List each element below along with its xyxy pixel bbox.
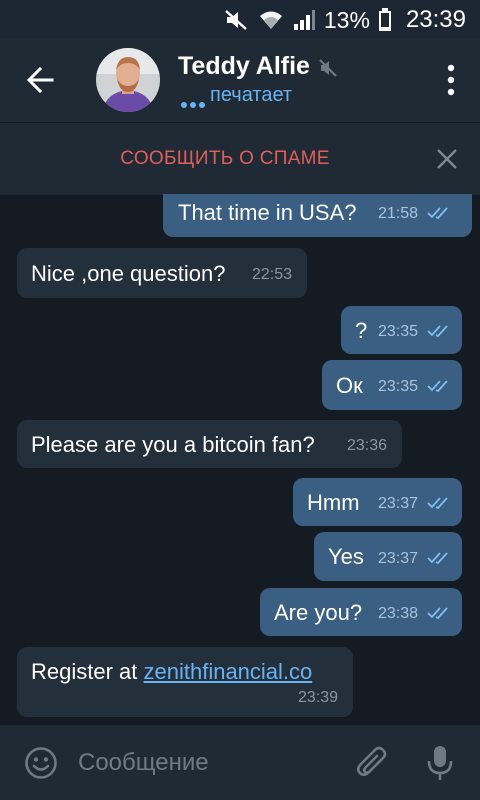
avatar-photo bbox=[96, 48, 160, 112]
chat-screen: 13% 23:39 Teddy Alfie печатает СООБЩИТЬ … bbox=[0, 0, 480, 800]
typing-indicator-icon bbox=[180, 96, 206, 108]
more-options-button[interactable] bbox=[444, 62, 458, 98]
smiley-icon bbox=[25, 747, 57, 779]
double-check-icon bbox=[427, 497, 448, 510]
double-check-icon bbox=[427, 380, 448, 393]
message-text: Are you? bbox=[274, 600, 363, 625]
message-bubble-outgoing[interactable]: Hmm 23:37 bbox=[293, 478, 462, 526]
message-bubble-outgoing[interactable]: Yes 23:37 bbox=[314, 532, 462, 581]
double-check-icon bbox=[427, 207, 448, 220]
message-link[interactable]: zenithfinancial.co bbox=[144, 659, 313, 684]
contact-name[interactable]: Teddy Alfie bbox=[178, 52, 310, 81]
contact-status: печатает bbox=[210, 84, 293, 106]
message-time: 23:39 bbox=[298, 689, 339, 706]
message-bubble-outgoing[interactable]: That time in USA? 21:58 bbox=[163, 194, 472, 237]
mute-icon bbox=[224, 8, 250, 32]
message-text: Register at zenithfinancial.co bbox=[31, 659, 312, 685]
wifi-icon bbox=[258, 8, 284, 32]
message-bubble-outgoing[interactable]: ? 23:35 bbox=[341, 306, 462, 354]
double-check-icon bbox=[427, 325, 448, 338]
chat-header: Teddy Alfie печатает bbox=[0, 38, 480, 122]
microphone-icon bbox=[427, 746, 453, 780]
message-bubble-outgoing[interactable]: Are you? 23:38 bbox=[260, 588, 462, 636]
message-time: 23:37 bbox=[378, 550, 419, 567]
message-bubble-incoming[interactable]: Register at zenithfinancial.co 23:39 bbox=[17, 647, 353, 717]
message-text-prefix: Register at bbox=[31, 659, 144, 684]
message-list[interactable]: That time in USA? 21:58 Nice ,one questi… bbox=[0, 194, 480, 722]
close-spam-bar-button[interactable] bbox=[436, 148, 458, 170]
double-check-icon bbox=[427, 552, 448, 565]
battery-icon bbox=[378, 8, 392, 32]
message-input-bar bbox=[0, 725, 480, 800]
status-bar: 13% 23:39 bbox=[0, 0, 480, 38]
message-time: 23:35 bbox=[378, 323, 419, 340]
message-text: Hmm bbox=[307, 490, 360, 515]
back-button[interactable] bbox=[18, 58, 62, 102]
message-time: 23:35 bbox=[378, 378, 419, 395]
report-spam-button[interactable]: СООБЩИТЬ О СПАМЕ bbox=[0, 123, 400, 195]
message-time: 23:38 bbox=[378, 605, 419, 622]
message-time: 22:53 bbox=[252, 266, 293, 283]
message-text: ? bbox=[355, 318, 368, 343]
status-icons: 13% 23:39 bbox=[224, 6, 466, 34]
message-text: That time in USA? bbox=[178, 200, 357, 225]
kebab-menu-icon bbox=[447, 64, 455, 96]
avatar[interactable] bbox=[96, 48, 160, 112]
message-text: Nice ,one question? bbox=[31, 261, 226, 286]
message-text: Yes bbox=[328, 544, 364, 569]
message-time: 23:36 bbox=[347, 437, 388, 454]
message-time: 21:58 bbox=[378, 205, 419, 222]
message-bubble-outgoing[interactable]: Ок 23:35 bbox=[322, 360, 462, 410]
attach-button[interactable] bbox=[356, 745, 390, 781]
status-time: 23:39 bbox=[405, 6, 466, 33]
message-text: Ок bbox=[336, 373, 363, 398]
microphone-button[interactable] bbox=[426, 744, 454, 782]
message-bubble-incoming[interactable]: Nice ,one question? 22:53 bbox=[17, 248, 307, 298]
message-text: Please are you a bitcoin fan? bbox=[31, 432, 315, 457]
double-check-icon bbox=[427, 607, 448, 620]
signal-icon bbox=[292, 8, 316, 32]
spam-bar: СООБЩИТЬ О СПАМЕ bbox=[0, 122, 480, 195]
close-icon bbox=[437, 149, 457, 169]
muted-icon bbox=[318, 58, 338, 78]
message-time: 23:37 bbox=[378, 495, 419, 512]
arrow-left-icon bbox=[26, 66, 54, 94]
message-bubble-incoming[interactable]: Please are you a bitcoin fan? 23:36 bbox=[17, 420, 402, 468]
message-input[interactable] bbox=[74, 743, 352, 783]
battery-percent: 13% bbox=[323, 6, 370, 33]
paperclip-icon bbox=[356, 746, 387, 777]
emoji-button[interactable] bbox=[24, 746, 58, 780]
